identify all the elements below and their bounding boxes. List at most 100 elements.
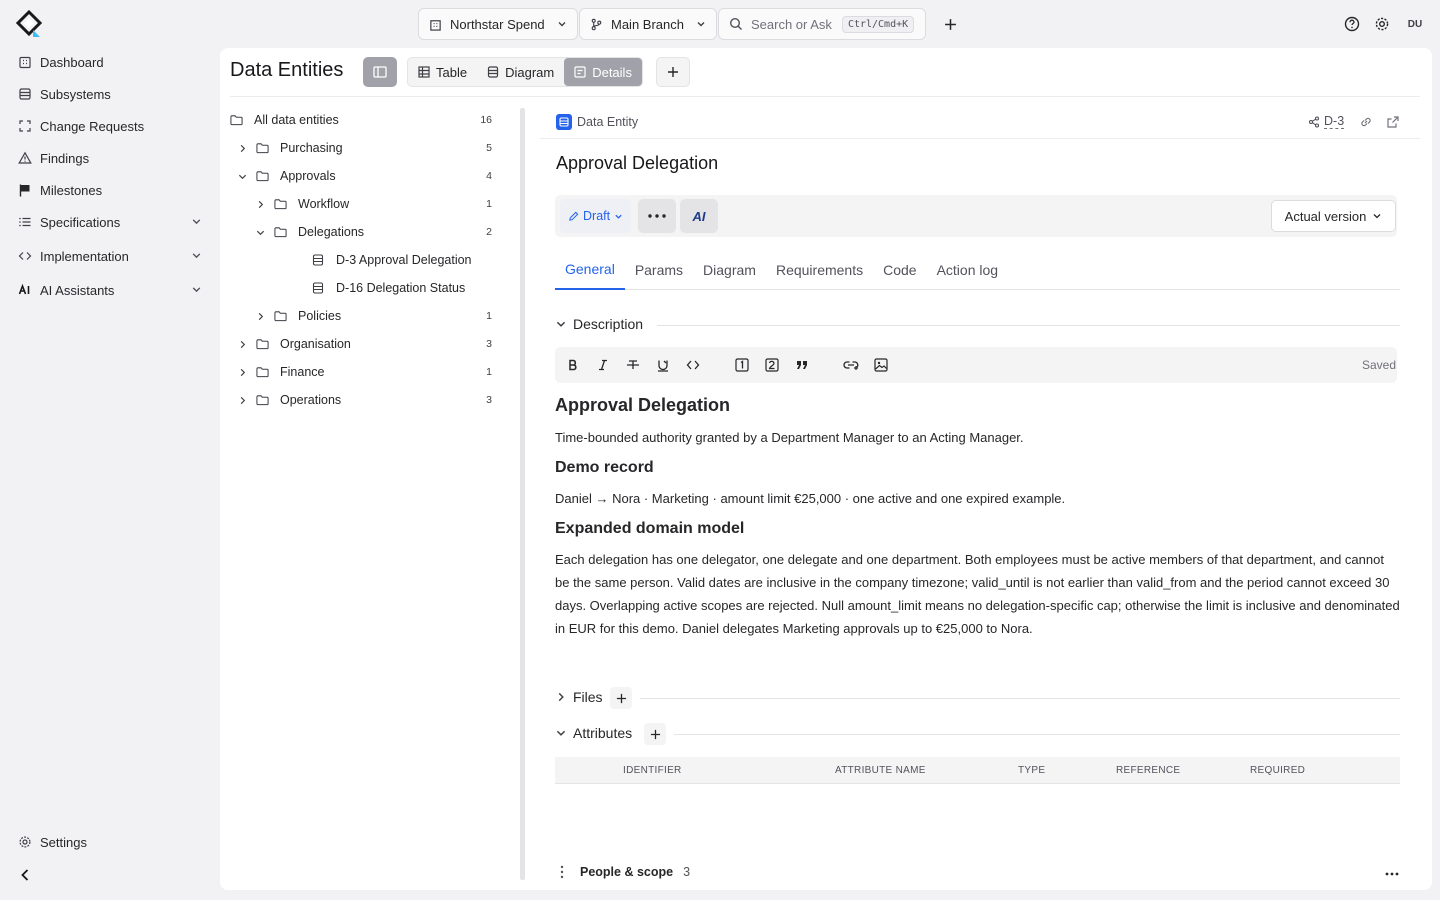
entity-id-link[interactable]: D-3 [1308,114,1345,129]
strikethrough-icon[interactable] [623,355,643,375]
chevron-right-icon[interactable] [252,312,268,321]
sidebar-item-dashboard[interactable]: Dashboard [14,49,214,75]
tree-folder-item[interactable]: Purchasing 5 [230,136,512,160]
tree-folder-item[interactable]: Operations 3 [230,388,512,412]
code-icon[interactable] [683,355,703,375]
gear-icon[interactable] [1372,14,1392,34]
section-label: Description [573,316,644,332]
drag-handle-icon[interactable] [560,865,564,879]
panel-resize-handle[interactable] [520,108,525,880]
tree-item-label: Purchasing [280,141,343,155]
tree-item-label: All data entities [254,113,339,127]
view-diagram-button[interactable]: Diagram [477,58,564,86]
quote-icon[interactable] [792,355,812,375]
chevron-right-icon[interactable] [234,340,250,349]
tree-folder-item[interactable]: Approvals 4 [230,164,512,188]
section-divider [674,734,1400,735]
column-header-identifier[interactable]: IDENTIFIER [623,765,682,776]
chevron-down-icon [557,19,567,29]
entity-tabs: General Params Diagram Requirements Code… [555,250,1400,290]
doc-heading-2: Expanded domain model [555,520,745,537]
pencil-icon [568,211,579,222]
chevron-right-icon[interactable] [234,396,250,405]
add-file-button[interactable] [610,687,632,709]
add-attribute-button[interactable] [644,723,666,745]
bold-icon[interactable] [563,355,583,375]
sidebar-item-findings[interactable]: Findings [14,145,214,171]
heading-1-icon[interactable] [732,355,752,375]
code-icon [18,249,32,263]
chevron-down-icon[interactable] [234,172,250,181]
sidebar-item-subsystems[interactable]: Subsystems [14,81,214,107]
doc-heading-1: Approval Delegation [555,395,731,415]
tree-folder-item[interactable]: Finance 1 [230,360,512,384]
sidebar-item-specifications[interactable]: Specifications [14,209,214,235]
chevron-right-icon[interactable] [234,368,250,377]
app-logo[interactable] [16,10,42,38]
more-actions-button[interactable] [638,199,676,233]
tab-params[interactable]: Params [625,250,693,289]
doc-paragraph: Each delegation has one delegator, one d… [555,552,1400,636]
tab-requirements[interactable]: Requirements [766,250,873,289]
status-dropdown[interactable]: Draft [560,199,632,233]
tree-folder-item[interactable]: Delegations 2 [230,220,512,244]
view-table-button[interactable]: Table [408,58,477,86]
chevron-right-icon[interactable] [252,200,268,209]
tree-folder-item[interactable]: Policies 1 [230,304,512,328]
italic-icon[interactable] [593,355,613,375]
branch-selector[interactable]: Main Branch [579,8,717,40]
sidebar-item-change-requests[interactable]: Change Requests [14,113,214,139]
sidebar-item-ai-assistants[interactable]: AI Assistants [14,277,214,303]
toggle-tree-button[interactable] [363,57,397,87]
tree-folder-item[interactable]: Organisation 3 [230,332,512,356]
column-header-required[interactable]: REQUIRED [1250,765,1305,776]
chevron-down-icon [191,250,202,261]
tree-folder-item[interactable]: Workflow 1 [230,192,512,216]
chevron-down-icon[interactable] [252,228,268,237]
sidebar-item-settings[interactable]: Settings [14,829,214,855]
view-details-button[interactable]: Details [564,58,642,86]
add-view-button[interactable] [656,57,690,87]
tab-diagram[interactable]: Diagram [693,250,766,289]
group-more-icon[interactable] [1383,866,1401,882]
search-input[interactable]: Search or Ask Ctrl/Cmd+K [718,8,926,40]
tab-action-log[interactable]: Action log [927,250,1008,289]
people-scope-group[interactable]: People & scope 3 [560,865,690,879]
sidebar-item-label: Specifications [40,214,121,230]
column-header-type[interactable]: TYPE [1018,765,1045,776]
folder-icon [256,142,272,154]
tab-code[interactable]: Code [873,250,926,289]
tab-general[interactable]: General [555,250,625,290]
chevron-right-icon[interactable] [234,144,250,153]
copy-link-icon[interactable] [1359,115,1373,129]
attributes-section-toggle[interactable]: Attributes [555,725,632,741]
link-icon[interactable] [841,355,861,375]
chevron-down-icon [614,212,623,221]
open-external-icon[interactable] [1386,115,1400,129]
sidebar-item-label: Dashboard [40,54,104,70]
version-dropdown[interactable]: Actual version [1271,200,1396,232]
help-icon[interactable] [1342,14,1362,34]
add-icon[interactable] [940,14,960,34]
image-icon[interactable] [871,355,891,375]
column-header-attribute-name[interactable]: ATTRIBUTE NAME [835,765,926,776]
tree-entity-item[interactable]: D-16 Delegation Status [230,276,512,300]
tree-item-count: 4 [486,170,492,182]
flag-icon [18,183,32,197]
highlight-icon[interactable] [653,355,673,375]
ai-assistant-button[interactable]: AI [680,199,718,233]
user-avatar[interactable]: DU [1404,14,1426,34]
column-header-reference[interactable]: REFERENCE [1116,765,1180,776]
tree-folder-item[interactable]: All data entities 16 [230,108,512,132]
collapse-sidebar-icon[interactable] [16,866,34,884]
description-section-toggle[interactable]: Description [555,316,643,332]
ellipsis-icon [648,214,666,218]
sidebar-item-implementation[interactable]: Implementation [14,243,214,269]
sidebar-item-milestones[interactable]: Milestones [14,177,214,203]
folder-icon [230,114,246,126]
share-icon [1308,115,1320,128]
tree-entity-item[interactable]: D-3 Approval Delegation [230,248,512,272]
project-selector[interactable]: Northstar Spend [418,8,578,40]
files-section-toggle[interactable]: Files [555,689,603,705]
heading-2-icon[interactable] [762,355,782,375]
